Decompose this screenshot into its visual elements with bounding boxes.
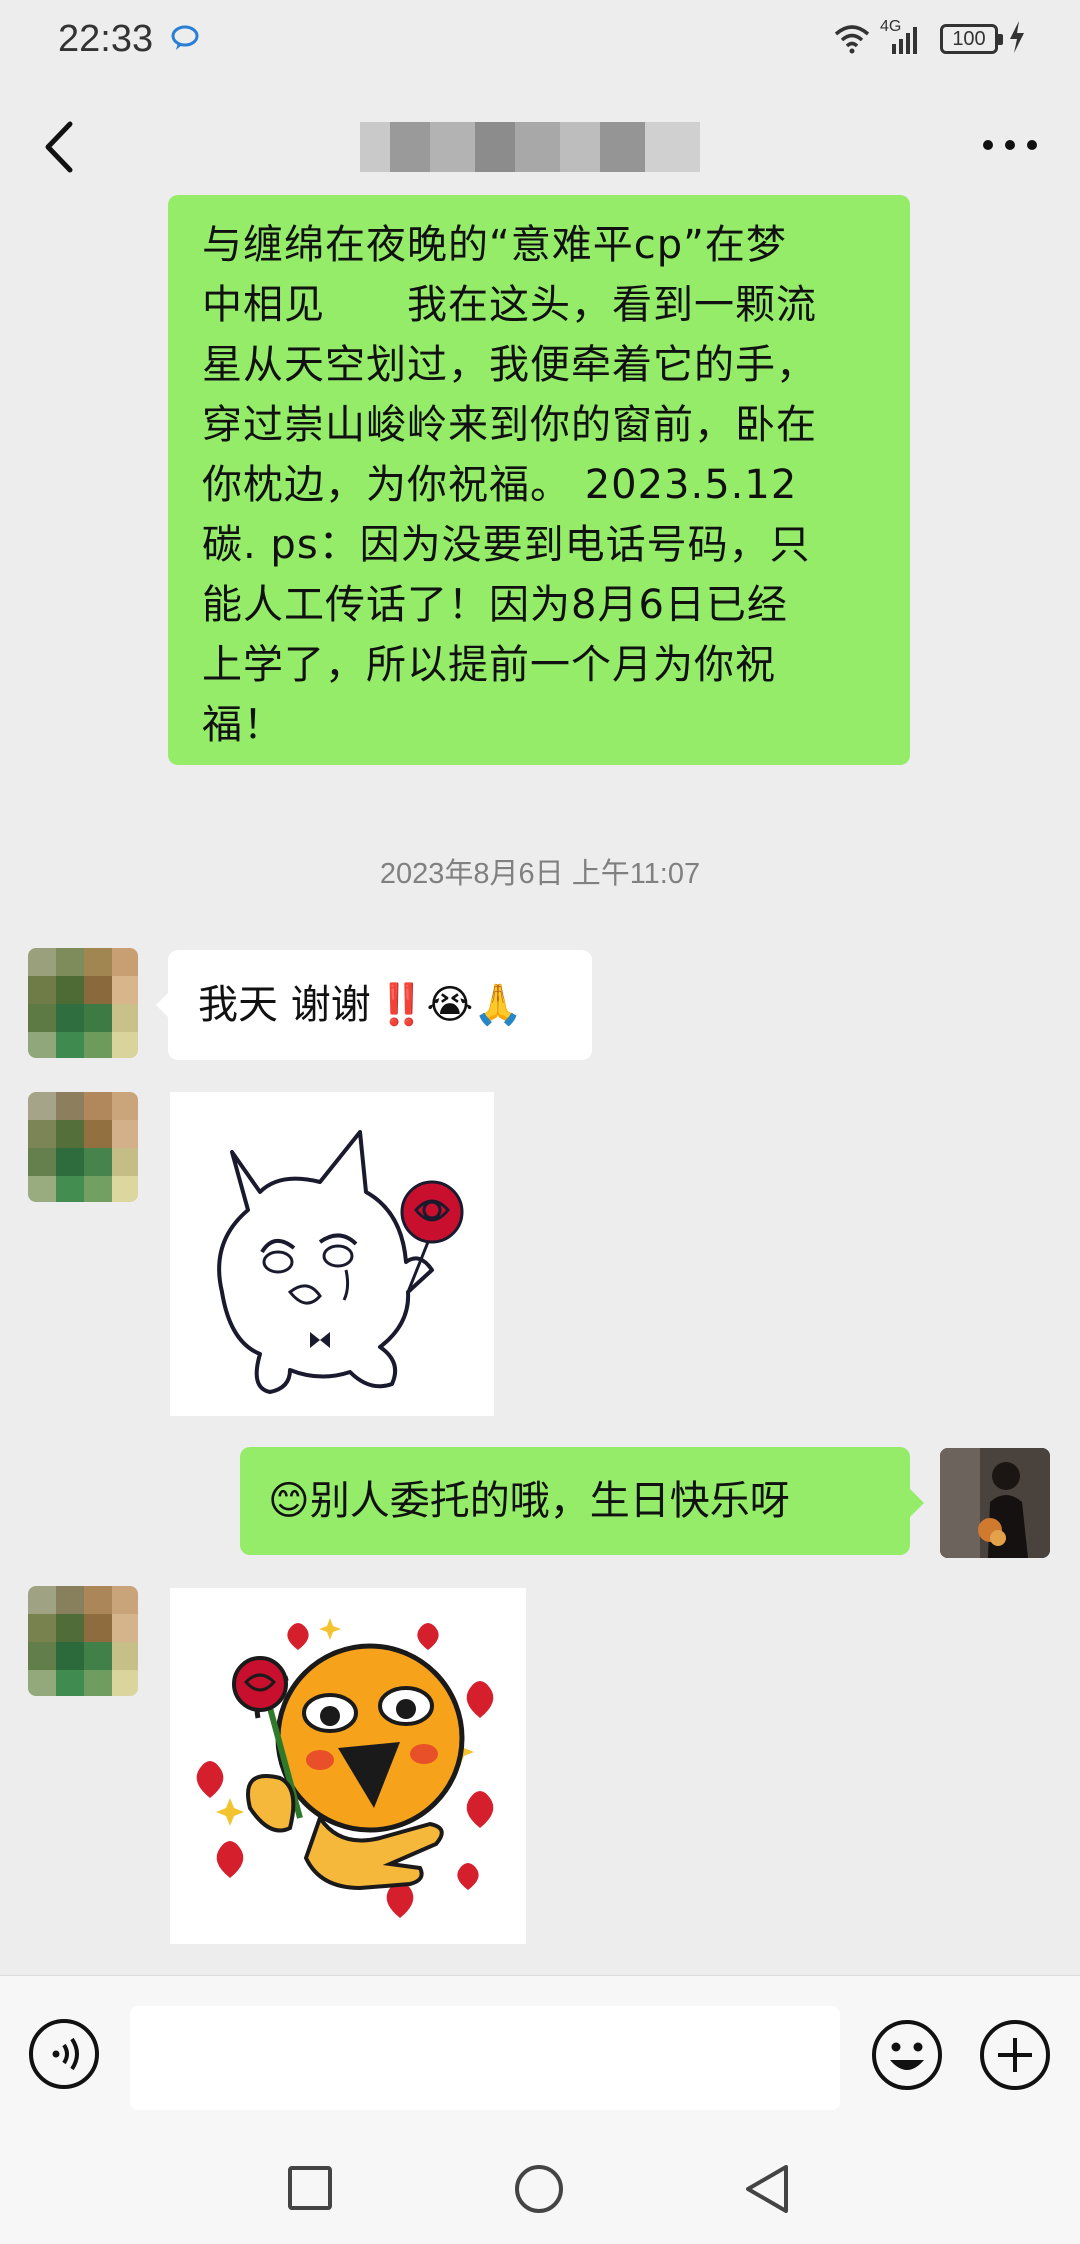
incoming-message-bubble[interactable]: 我天 谢谢 ‼️😭🙏 <box>168 950 592 1060</box>
cellular-signal-icon: 4G <box>880 18 930 56</box>
back-button[interactable] <box>30 112 90 182</box>
battery-level: 100 <box>952 28 986 50</box>
contact-name-redacted <box>360 122 700 172</box>
message-input-bar <box>0 1975 1080 2136</box>
emoji-button[interactable] <box>870 2018 944 2092</box>
message-text: 我天 谢谢 <box>198 982 371 1028</box>
home-button[interactable] <box>513 2163 565 2215</box>
wifi-icon <box>834 25 870 54</box>
contact-avatar[interactable] <box>28 948 138 1058</box>
bubble-tail <box>910 1489 924 1517</box>
sticker-crying-cat-with-rose[interactable] <box>170 1092 494 1416</box>
chat-header <box>0 82 1080 210</box>
message-emoji: 😊 <box>268 1478 310 1524</box>
my-avatar-image <box>940 1448 1050 1558</box>
message-text: 与缠绵在夜晚的“意难平cp”在梦 中相见 我在这头，看到一颗流 星从天空划过，我… <box>202 222 817 748</box>
outgoing-message-bubble[interactable]: 与缠绵在夜晚的“意难平cp”在梦 中相见 我在这头，看到一颗流 星从天空划过，我… <box>168 195 910 765</box>
outgoing-message-bubble[interactable]: 😊 别人委托的哦，生日快乐呀 <box>240 1447 910 1555</box>
crying-cat-sticker-image <box>217 1130 464 1394</box>
sticker-crying-emoji-with-rose[interactable] <box>170 1588 526 1944</box>
message-text: 别人委托的哦，生日快乐呀 <box>309 1478 790 1524</box>
more-features-button[interactable] <box>978 2018 1052 2092</box>
crying-emoji-sticker-image <box>196 1618 494 1918</box>
charging-bolt-icon <box>1010 21 1024 53</box>
more-options-button[interactable] <box>970 120 1050 170</box>
contact-avatar[interactable] <box>28 1586 138 1696</box>
system-navigation-bar <box>0 2135 1080 2244</box>
message-text-input[interactable] <box>130 2006 840 2110</box>
message-emojis: ‼️😭🙏 <box>376 982 524 1028</box>
battery-indicator: 100 <box>940 24 1003 54</box>
voice-input-button[interactable] <box>28 2018 100 2090</box>
status-bar: 22:33 4G 100 <box>0 0 1080 82</box>
system-back-button[interactable] <box>742 2163 792 2215</box>
message-timestamp: 2023年8月6日 上午11:07 <box>379 858 701 890</box>
contact-avatar[interactable] <box>28 1092 138 1202</box>
chat-notification-icon <box>171 25 199 50</box>
status-time: 22:33 <box>58 18 154 60</box>
recents-button[interactable] <box>287 2165 333 2211</box>
my-avatar[interactable] <box>940 1448 1050 1558</box>
